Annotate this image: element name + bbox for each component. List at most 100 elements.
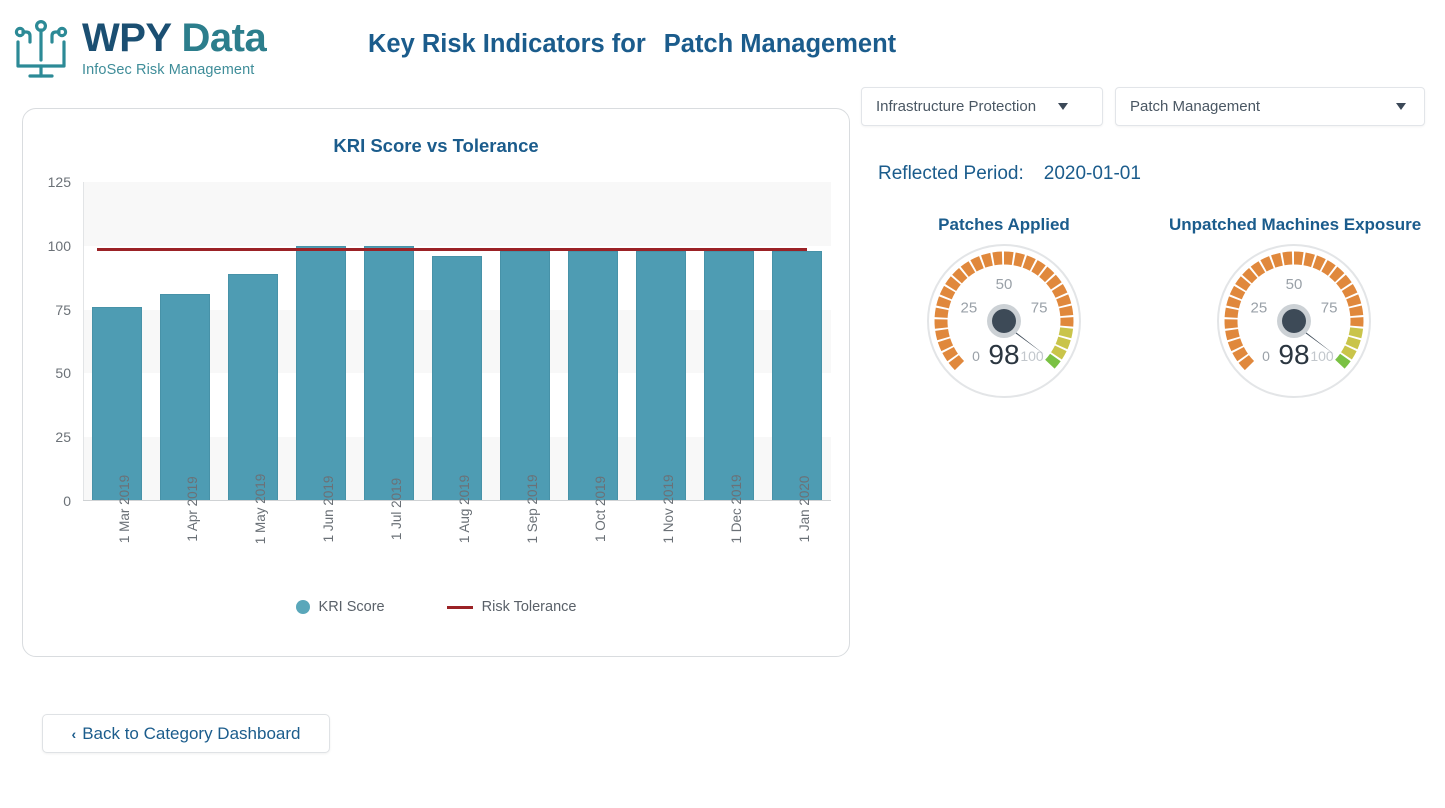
x-axis-slot: 1 Jul 2019 xyxy=(355,505,423,605)
bar-1-jan-2020[interactable] xyxy=(772,251,822,501)
y-axis-labels: 0255075100125 xyxy=(23,182,79,501)
x-axis-tick: 1 May 2019 xyxy=(253,474,268,545)
gauge-tick-label: 50 xyxy=(1286,276,1303,293)
bar-slot xyxy=(627,182,695,501)
gauge-dial-svg: 255075010098 xyxy=(1216,243,1372,399)
y-axis-tick: 25 xyxy=(55,429,71,445)
x-axis-tick: 1 Dec 2019 xyxy=(729,474,744,543)
legend-item-kri-score[interactable]: KRI Score xyxy=(296,599,385,615)
gauge-arc-segment xyxy=(1225,319,1238,329)
gauge-tick-label: 75 xyxy=(1031,299,1048,316)
bar-slot xyxy=(763,182,831,501)
bar-slot xyxy=(151,182,219,501)
gauge-title: Unpatched Machines Exposure xyxy=(1169,215,1419,235)
bar-1-mar-2019[interactable] xyxy=(92,307,142,501)
x-axis-labels: 1 Mar 20191 Apr 20191 May 20191 Jun 2019… xyxy=(83,505,831,605)
reflected-period-label: Reflected Period: xyxy=(878,163,1024,184)
x-axis-slot: 1 Dec 2019 xyxy=(695,505,763,605)
kri-chart-card: KRI Score vs Tolerance 0255075100125 1 M… xyxy=(22,108,850,657)
risk-tolerance-line xyxy=(97,248,807,251)
gauge-tick-label: 50 xyxy=(996,276,1013,293)
bar-slot xyxy=(355,182,423,501)
gauge-arc-segment xyxy=(1350,317,1363,327)
brand-tagline: InfoSec Risk Management xyxy=(82,63,266,78)
legend-label: Risk Tolerance xyxy=(482,599,577,615)
x-axis-slot: 1 Nov 2019 xyxy=(627,505,695,605)
x-axis-tick: 1 Jun 2019 xyxy=(321,476,336,543)
gauge-dial-svg: 255075010098 xyxy=(926,243,1082,399)
chevron-down-icon xyxy=(1058,103,1068,110)
chart-plot-area xyxy=(83,182,831,501)
bar-1-apr-2019[interactable] xyxy=(160,294,210,501)
dashboard-page: WPY Data InfoSec Risk Management Key Ris… xyxy=(0,0,1445,808)
chart-legend: KRI Score Risk Tolerance xyxy=(23,599,849,615)
chevron-left-icon: ‹ xyxy=(72,726,77,742)
reflected-period: Reflected Period: 2020-01-01 xyxy=(878,163,1141,185)
brand-logo: WPY Data InfoSec Risk Management xyxy=(10,12,266,84)
y-axis-tick: 0 xyxy=(63,493,71,509)
y-axis-tick: 50 xyxy=(55,365,71,381)
bar-1-may-2019[interactable] xyxy=(228,274,278,501)
x-axis-tick: 1 Jan 2020 xyxy=(797,476,812,543)
category-dropdown[interactable]: Infrastructure Protection xyxy=(861,87,1103,126)
bar-slot xyxy=(219,182,287,501)
x-axis-tick: 1 Oct 2019 xyxy=(593,476,608,542)
gauge-min-label: 0 xyxy=(972,348,980,364)
x-axis-slot: 1 Oct 2019 xyxy=(559,505,627,605)
gauge-hub xyxy=(992,309,1016,333)
bar-1-sep-2019[interactable] xyxy=(500,251,550,501)
legend-item-risk-tolerance[interactable]: Risk Tolerance xyxy=(447,599,577,615)
category-dropdown-value: Infrastructure Protection xyxy=(876,98,1050,115)
page-title: Key Risk Indicators for Patch Management xyxy=(368,30,896,59)
gauge-arc-segment xyxy=(935,319,948,329)
gauge-patches-applied: Patches Applied 255075010098 xyxy=(879,215,1129,399)
gauge-value: 98 xyxy=(1278,339,1309,370)
page-title-object: Patch Management xyxy=(664,30,896,58)
bar-1-jul-2019[interactable] xyxy=(364,246,414,501)
x-axis-slot: 1 May 2019 xyxy=(219,505,287,605)
x-axis-tick: 1 Sep 2019 xyxy=(525,474,540,543)
bar-slot xyxy=(423,182,491,501)
x-axis-tick: 1 Aug 2019 xyxy=(457,475,472,543)
x-axis-slot: 1 Jun 2019 xyxy=(287,505,355,605)
bar-slot xyxy=(559,182,627,501)
chevron-down-icon xyxy=(1396,103,1406,110)
bar-slot xyxy=(287,182,355,501)
bar-1-jun-2019[interactable] xyxy=(296,246,346,501)
gauge-tick-label: 25 xyxy=(961,299,978,316)
back-to-category-dashboard-button[interactable]: ‹ Back to Category Dashboard xyxy=(42,714,330,753)
kri-dropdown-value: Patch Management xyxy=(1130,98,1388,115)
x-axis-tick: 1 Apr 2019 xyxy=(185,476,200,541)
reflected-period-value: 2020-01-01 xyxy=(1044,163,1141,184)
gauge-tick-label: 25 xyxy=(1251,299,1268,316)
x-axis-tick: 1 Nov 2019 xyxy=(661,474,676,543)
gauge-dial: 255075010098 xyxy=(1169,243,1419,399)
bar-1-oct-2019[interactable] xyxy=(568,251,618,501)
gauge-max-label: 100 xyxy=(1310,348,1334,364)
x-axis-tick: 1 Jul 2019 xyxy=(389,478,404,540)
bar-1-nov-2019[interactable] xyxy=(636,251,686,501)
x-axis-slot: 1 Sep 2019 xyxy=(491,505,559,605)
y-axis-tick: 75 xyxy=(55,302,71,318)
bar-1-aug-2019[interactable] xyxy=(432,256,482,501)
circuit-monitor-icon xyxy=(10,12,72,84)
x-axis-tick: 1 Mar 2019 xyxy=(117,475,132,543)
bar-1-dec-2019[interactable] xyxy=(704,251,754,501)
bar-series xyxy=(83,182,831,501)
gauge-tick-label: 75 xyxy=(1321,299,1338,316)
kri-dropdown[interactable]: Patch Management xyxy=(1115,87,1425,126)
gauge-value: 98 xyxy=(988,339,1019,370)
gauge-unpatched-machines-exposure: Unpatched Machines Exposure 255075010098 xyxy=(1169,215,1419,399)
page-title-prefix: Key Risk Indicators for xyxy=(368,30,646,58)
brand-name-primary: WPY xyxy=(82,16,171,60)
gauge-title: Patches Applied xyxy=(879,215,1129,235)
x-axis-slot: 1 Aug 2019 xyxy=(423,505,491,605)
x-axis-slot: 1 Apr 2019 xyxy=(151,505,219,605)
x-axis-slot: 1 Mar 2019 xyxy=(83,505,151,605)
y-axis-tick: 125 xyxy=(48,174,71,190)
back-button-label: Back to Category Dashboard xyxy=(82,724,300,744)
bar-slot xyxy=(491,182,559,501)
gauge-dial: 255075010098 xyxy=(879,243,1129,399)
bar-slot xyxy=(83,182,151,501)
x-axis-slot: 1 Jan 2020 xyxy=(763,505,831,605)
